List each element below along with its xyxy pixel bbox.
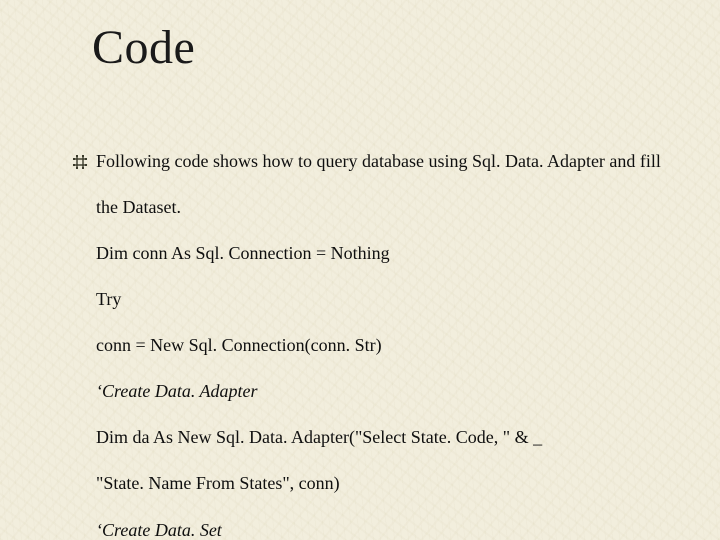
code-block: the Dataset. Dim conn As Sql. Connection… (96, 173, 680, 540)
code-comment: ‘Create Data. Set (96, 519, 680, 540)
code-comment: ‘Create Data. Adapter (96, 380, 680, 403)
code-line: "State. Name From States", conn) (96, 472, 680, 495)
code-line: conn = New Sql. Connection(conn. Str) (96, 334, 680, 357)
slide-title: Code (92, 20, 195, 75)
intro-line: Following code shows how to query databa… (96, 150, 661, 173)
hash-bullet-icon (72, 154, 88, 170)
code-line: the Dataset. (96, 196, 680, 219)
slide-body: Following code shows how to query databa… (72, 150, 680, 540)
code-line: Try (96, 288, 680, 311)
bullet-item: Following code shows how to query databa… (72, 150, 680, 173)
code-line: Dim da As New Sql. Data. Adapter("Select… (96, 426, 680, 449)
slide: Code (0, 0, 720, 540)
code-line: Dim conn As Sql. Connection = Nothing (96, 242, 680, 265)
